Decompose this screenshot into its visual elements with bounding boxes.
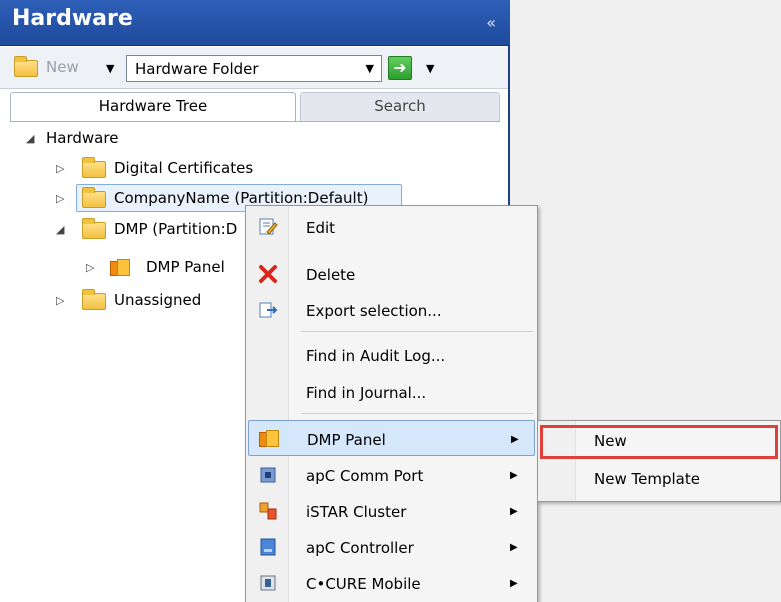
menu-item-find-audit-log[interactable]: Find in Audit Log... [246,337,537,373]
tree-item-digital-certificates[interactable]: ▷ Digital Certificates [50,154,370,182]
menu-item-label: Find in Audit Log... [306,347,446,365]
menu-item-label: Find in Journal... [306,384,427,402]
menu-item-label: Edit [306,219,336,237]
menu-item-label: C•CURE Mobile [306,575,421,593]
new-folder-icon [14,56,38,77]
tab-search[interactable]: Search [300,92,500,122]
chevron-down-icon: ▼ [365,62,374,75]
context-menu: Edit Delete Export selection... Find in … [245,205,538,602]
folder-type-select[interactable]: Hardware Folder ▼ [126,55,382,82]
mobile-icon [260,575,276,591]
folder-icon [82,289,106,310]
panel-title: Hardware [12,6,133,31]
tree-item-dmp[interactable]: ◢ DMP (Partition:D [50,215,250,243]
menu-item-label: apC Comm Port [306,467,424,485]
folder-icon [82,218,106,239]
folder-icon [82,187,106,208]
edit-icon [259,218,278,235]
tree-item-unassigned[interactable]: ▷ Unassigned [50,286,250,314]
menu-separator [301,413,533,414]
submenu-item-label: New [594,432,627,450]
submenu-dmp-panel: New New Template [537,420,781,502]
dmp-panel-icon [259,430,281,447]
submenu-arrow-icon: ▶ [510,506,518,517]
new-dropdown-caret-icon[interactable]: ▼ [106,62,114,75]
tab-divider [10,121,500,122]
tab-hardware-tree[interactable]: Hardware Tree [10,92,296,122]
go-dropdown-caret-icon[interactable]: ▼ [426,62,434,75]
double-chevron-left-icon[interactable]: « [486,13,496,32]
toolbar: New ▼ Hardware Folder ▼ ➜ ▼ [0,47,508,89]
menu-item-label: Export selection... [306,302,442,320]
controller-icon [260,538,276,556]
tree-item-label: DMP (Partition:D [114,220,238,238]
folder-type-select-value: Hardware Folder [135,60,259,78]
export-icon [259,302,278,318]
menu-item-dmp-panel[interactable]: DMP Panel ▶ [248,420,535,456]
collapsed-triangle-icon[interactable]: ▷ [56,162,64,175]
menu-item-label: DMP Panel [307,431,386,449]
menu-item-apc-controller[interactable]: apC Controller ▶ [246,529,537,565]
collapsed-triangle-icon[interactable]: ▷ [56,192,64,205]
submenu-item-new-template[interactable]: New Template [538,461,780,497]
expanded-triangle-icon[interactable]: ◢ [56,223,64,236]
panel-header: Hardware « [0,0,510,46]
submenu-arrow-icon: ▶ [510,578,518,589]
menu-item-label: apC Controller [306,539,414,557]
submenu-item-label: New Template [594,470,700,488]
folder-icon [82,157,106,178]
menu-item-label: iSTAR Cluster [306,503,407,521]
menu-item-find-journal[interactable]: Find in Journal... [246,374,537,410]
tree-item-dmp-panel[interactable]: ▷ DMP Panel [80,253,250,281]
new-button[interactable]: New [46,58,79,76]
menu-item-istar-cluster[interactable]: iSTAR Cluster ▶ [246,493,537,529]
comm-port-icon [260,467,276,483]
collapsed-triangle-icon[interactable]: ▷ [86,261,94,274]
dmp-panel-icon [110,259,132,276]
workspace-background [510,0,781,602]
menu-item-edit[interactable]: Edit [246,209,537,245]
tree-item-label: DMP Panel [146,258,225,276]
menu-item-label: Delete [306,266,356,284]
cluster-icon [259,502,277,520]
delete-x-icon [259,265,277,283]
tree-item-label: Hardware [46,129,119,147]
collapsed-triangle-icon[interactable]: ▷ [56,294,64,307]
submenu-arrow-icon: ▶ [511,434,519,445]
expanded-triangle-icon[interactable]: ◢ [26,132,34,145]
tree-item-label: Unassigned [114,291,202,309]
menu-item-delete[interactable]: Delete [246,256,537,292]
menu-item-export-selection[interactable]: Export selection... [246,292,537,328]
tree-item-hardware[interactable]: ◢ Hardware [20,124,320,152]
menu-item-apc-comm-port[interactable]: apC Comm Port ▶ [246,457,537,493]
menu-separator [301,331,533,332]
go-arrow-button[interactable]: ➜ [388,56,412,80]
focus-highlight-box [540,425,778,459]
menu-item-ccure-mobile[interactable]: C•CURE Mobile ▶ [246,565,537,601]
submenu-item-new[interactable]: New [538,423,780,459]
submenu-arrow-icon: ▶ [510,470,518,481]
submenu-arrow-icon: ▶ [510,542,518,553]
tab-bar: Hardware Tree Search [10,92,510,122]
tree-item-label: Digital Certificates [114,159,254,177]
